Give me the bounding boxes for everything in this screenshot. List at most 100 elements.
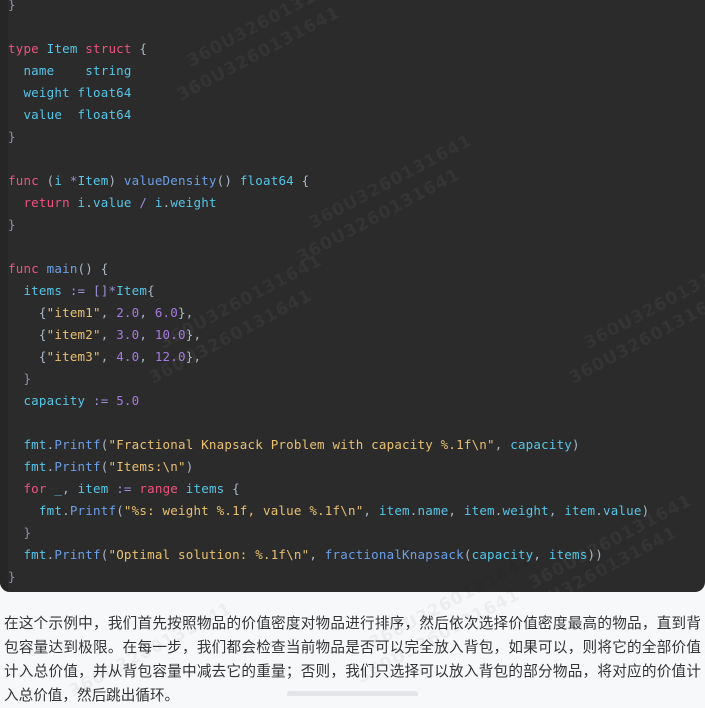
code-token: value (93, 195, 132, 210)
code-token: ) (108, 173, 124, 188)
code-token: := (93, 393, 109, 408)
code-token: . (62, 503, 70, 518)
code-token: ) (185, 459, 194, 474)
code-token: , (309, 547, 325, 562)
code-token: 2.0 (116, 305, 140, 320)
code-token: value (23, 107, 63, 122)
code-token: items (23, 283, 63, 298)
code-token: capacity (510, 437, 573, 452)
code-token: } (8, 129, 16, 144)
code-token: "item1" (46, 305, 101, 320)
code-token: return (23, 195, 70, 210)
code-token: { (224, 481, 240, 496)
code-token: Item (116, 283, 148, 298)
code-token: weight (502, 503, 549, 518)
code-token: , (139, 327, 155, 342)
code-token: } (23, 371, 32, 386)
code-token: fractionalKnapsack (324, 547, 464, 562)
code-token: func (8, 261, 39, 276)
code-token: { (38, 305, 47, 320)
code-token: , (139, 305, 155, 320)
code-token: Item (77, 173, 109, 188)
code-token: , (62, 481, 78, 496)
code-line: } (8, 368, 705, 390)
code-token: 10.0 (154, 327, 186, 342)
code-token: ( (116, 503, 124, 518)
bottom-scroll-indicator (287, 691, 418, 696)
code-token: [] (93, 283, 109, 298)
code-token: := (116, 481, 132, 496)
code-token: struct (85, 41, 132, 56)
code-token: name (23, 63, 55, 78)
code-token: , (363, 503, 379, 518)
code-token: i (154, 195, 163, 210)
code-token: func (8, 173, 39, 188)
code-token: { (38, 349, 47, 364)
code-line: func main() { (8, 258, 705, 280)
code-token: item (463, 503, 495, 518)
code-token: "Optimal solution: %.1f\n" (108, 547, 310, 562)
code-token: main (46, 261, 78, 276)
code-token: . (409, 503, 418, 518)
code-token: , (100, 305, 117, 320)
code-line: type Item struct { (8, 38, 705, 60)
code-token: . (85, 195, 94, 210)
code-token: , (548, 503, 565, 518)
code-line: func (i *Item) valueDensity() float64 { (8, 170, 705, 192)
code-line: } (8, 566, 705, 588)
code-token: ( (38, 173, 55, 188)
code-line: {"item2", 3.0, 10.0}, (8, 324, 705, 346)
code-token: float64 (77, 85, 132, 100)
code-content[interactable]: } type Item struct { name string weight … (8, 0, 705, 588)
code-token: items (548, 547, 588, 562)
code-token: 4.0 (116, 349, 140, 364)
code-token: } (8, 217, 16, 232)
code-token: Printf (69, 503, 117, 518)
code-token: fmt (23, 437, 47, 452)
code-token: weight (23, 85, 70, 100)
code-token: item (77, 481, 109, 496)
code-token: , (533, 547, 549, 562)
code-token: type (8, 41, 39, 56)
code-line: } (8, 522, 705, 544)
code-token: name (417, 503, 449, 518)
code-token: Printf (54, 547, 101, 562)
code-token: value (602, 503, 642, 518)
code-token: "%s: weight %.1f, value %.1f\n" (123, 503, 364, 518)
code-token: item (564, 503, 596, 518)
code-token: capacity (23, 393, 86, 408)
code-token: } (8, 569, 16, 584)
code-token: }, (185, 327, 202, 342)
code-token: capacity (471, 547, 534, 562)
code-line: value float64 (8, 104, 705, 126)
code-token: Printf (54, 459, 101, 474)
code-token: , (100, 349, 117, 364)
code-token: * (69, 173, 78, 188)
code-line: items := []*Item{ (8, 280, 705, 302)
code-token: fmt (23, 547, 47, 562)
code-token: _ (54, 481, 63, 496)
code-token: }, (178, 305, 194, 320)
code-token: . (494, 503, 503, 518)
code-line: fmt.Printf("%s: weight %.1f, value %.1f\… (8, 500, 705, 522)
code-line: fmt.Printf("Optimal solution: %.1f\n", f… (8, 544, 705, 566)
code-token: / (139, 195, 148, 210)
code-line: } (8, 214, 705, 236)
code-line: fmt.Printf("Items:\n") (8, 456, 705, 478)
code-token: )) (587, 547, 603, 562)
code-token: 6.0 (154, 305, 179, 320)
code-token: "item3" (46, 349, 101, 364)
code-token: "Items:\n" (108, 459, 186, 474)
